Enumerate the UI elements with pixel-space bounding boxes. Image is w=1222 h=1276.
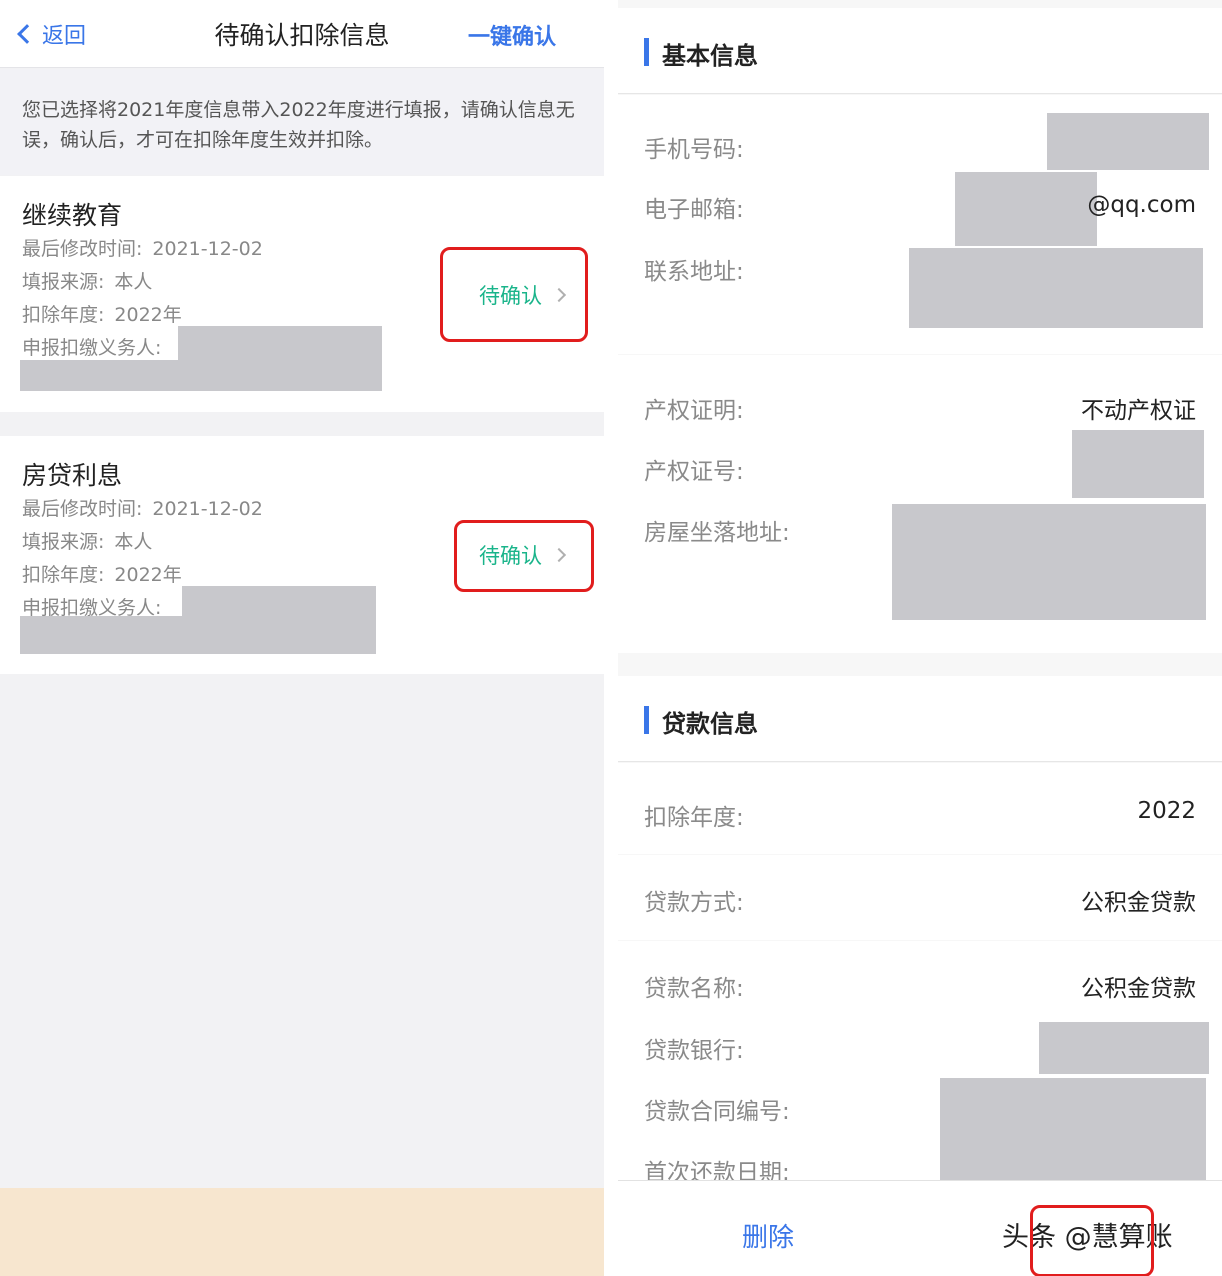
loan-bank-label: 贷款银行: <box>644 1038 744 1064</box>
loan-name-value: 公积金贷款 <box>1081 976 1196 1002</box>
redacted-block <box>909 248 1203 328</box>
loan-detail-section: 贷款名称: 公积金贷款 贷款银行: 贷款合同编号: 首次还款日期: <box>618 941 1222 1186</box>
right-screen: 基本信息 手机号码: 电子邮箱: @qq.com 联系地址: 产权证明: 不动产… <box>618 0 1222 1276</box>
modified-row: 最后修改时间: 2021-12-02 <box>22 234 263 261</box>
redacted-block <box>178 326 382 362</box>
contract-no-label: 贷款合同编号: <box>644 1099 790 1125</box>
redacted-block <box>1039 1022 1209 1074</box>
section-title: 基本信息 <box>662 42 758 70</box>
deduction-card-mortgage[interactable]: 房贷利息 最后修改时间: 2021-12-02 填报来源: 本人 扣除年度: 2022… <box>0 436 604 674</box>
cert-label: 产权证明: <box>644 398 744 424</box>
year-value: 2022年 <box>114 564 182 586</box>
source-value: 本人 <box>114 531 153 553</box>
delete-button[interactable]: 删除 <box>742 1217 794 1254</box>
left-screen: 返回 待确认扣除信息 一键确认 您已选择将2021年度信息带入2022年度进行填… <box>0 0 604 1276</box>
loan-name-label: 贷款名称: <box>644 976 744 1002</box>
highlight-box <box>454 520 594 592</box>
year-label: 扣除年度: <box>22 304 105 326</box>
property-section: 产权证明: 不动产权证 产权证号: 房屋坐落地址: <box>618 355 1222 653</box>
year-label: 扣除年度: <box>22 564 105 586</box>
section-accent-bar <box>644 38 649 66</box>
year-row: 扣除年度: 2022年 <box>22 560 182 587</box>
section-title: 贷款信息 <box>662 710 758 738</box>
modified-value: 2021-12-02 <box>152 498 263 520</box>
notice-text: 您已选择将2021年度信息带入2022年度进行填报，请确认信息无误，确认后，才可… <box>0 69 604 175</box>
card-title: 继续教育 <box>22 201 123 230</box>
email-suffix: @qq.com <box>1087 192 1196 218</box>
cert-value: 不动产权证 <box>1081 398 1196 424</box>
withholder-label: 申报扣缴义务人: <box>22 337 162 359</box>
deduct-year-value: 2022 <box>1137 798 1196 824</box>
contact-section: 手机号码: 电子邮箱: @qq.com 联系地址: <box>618 95 1222 354</box>
redacted-block <box>20 360 382 391</box>
panel-divider <box>604 0 618 1276</box>
deduct-year-label: 扣除年度: <box>644 805 744 831</box>
source-value: 本人 <box>114 271 153 293</box>
redacted-block <box>955 172 1097 246</box>
year-value: 2022年 <box>114 304 182 326</box>
section-accent-bar <box>644 706 649 734</box>
highlight-box <box>1030 1205 1154 1276</box>
modified-label: 最后修改时间: <box>22 498 143 520</box>
address-label: 联系地址: <box>644 259 744 285</box>
phone-label: 手机号码: <box>644 137 744 163</box>
loan-method-label: 贷款方式: <box>644 890 744 916</box>
cert-no-label: 产权证号: <box>644 459 744 485</box>
nav-bar: 返回 待确认扣除信息 一键确认 <box>0 0 604 68</box>
section-header-basic: 基本信息 <box>618 8 1222 94</box>
withholder-row: 申报扣缴义务人: <box>22 333 161 360</box>
email-label: 电子邮箱: <box>644 197 744 223</box>
card-title: 房贷利息 <box>22 461 123 490</box>
section-header-loan: 贷款信息 <box>618 676 1222 762</box>
redacted-block <box>940 1078 1206 1180</box>
bottom-action-bar: 删除 头条 @慧算账 <box>618 1180 1222 1276</box>
modified-label: 最后修改时间: <box>22 238 143 260</box>
source-row: 填报来源: 本人 <box>22 267 152 294</box>
loan-method-row: 贷款方式: 公积金贷款 <box>618 855 1222 940</box>
modified-row: 最后修改时间: 2021-12-02 <box>22 494 263 521</box>
redacted-block <box>1072 430 1204 498</box>
house-address-label: 房屋坐落地址: <box>644 520 790 546</box>
confirm-all-button[interactable]: 一键确认 <box>468 19 556 51</box>
source-label: 填报来源: <box>22 271 105 293</box>
deduction-card-education[interactable]: 继续教育 最后修改时间: 2021-12-02 填报来源: 本人 扣除年度: 2022… <box>0 176 604 412</box>
redacted-block <box>20 616 376 654</box>
highlight-box <box>440 247 588 342</box>
year-row: 扣除年度: 2022年 <box>22 300 182 327</box>
modified-value: 2021-12-02 <box>152 238 263 260</box>
redacted-block <box>182 586 376 618</box>
source-label: 填报来源: <box>22 531 105 553</box>
redacted-block <box>1047 113 1209 170</box>
loan-year-row: 扣除年度: 2022 <box>618 763 1222 854</box>
background-strip <box>0 1188 604 1276</box>
source-row: 填报来源: 本人 <box>22 527 152 554</box>
redacted-block <box>892 504 1206 620</box>
loan-method-value: 公积金贷款 <box>1081 890 1196 916</box>
